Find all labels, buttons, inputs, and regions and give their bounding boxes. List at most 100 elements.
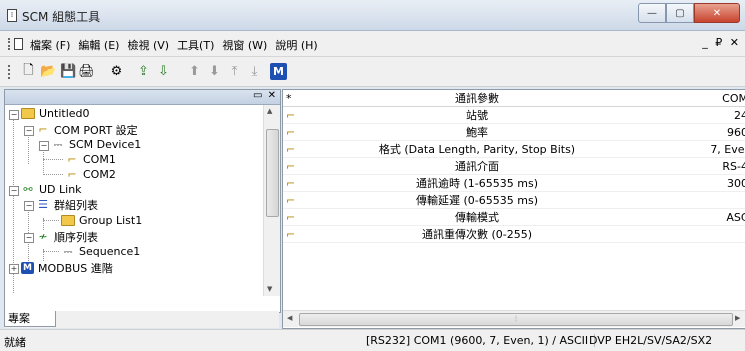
expander-group-list[interactable]: − <box>24 201 34 211</box>
menu-file[interactable]: 檔案 (F) <box>30 37 70 53</box>
open-icon[interactable]: 📂 <box>40 63 57 80</box>
expander-scm-device1[interactable]: − <box>39 141 49 151</box>
plug-icon: ⌐ <box>283 157 308 175</box>
window-controls: — ▢ ✕ <box>638 3 740 23</box>
grid-horizontal-scrollbar[interactable]: ◀ ⦙ ▶ <box>283 310 745 327</box>
tree-node-modbus-advanced[interactable]: M MODBUS 進階 <box>21 260 113 275</box>
tree-node-group-list[interactable]: ☰ 群組列表 <box>36 197 98 212</box>
tree-node-scm-device1[interactable]: ⎓ SCM Device1 <box>51 137 142 152</box>
param-value[interactable]: 0 <box>646 191 745 209</box>
sequence-icon: ≁ <box>38 230 48 243</box>
grid-header-marker: * <box>283 90 308 107</box>
mdi-restore-icon[interactable]: ₽ <box>715 36 724 49</box>
tree-node-com2[interactable]: ⌐ COM2 <box>65 167 116 182</box>
expander-sequence-list[interactable]: − <box>24 233 34 243</box>
param-name: 傳輸模式 <box>308 208 646 226</box>
grid-header-param[interactable]: 通訊參數 <box>308 90 646 107</box>
arrow-up-icon[interactable]: ⬆ <box>186 63 203 80</box>
param-value[interactable]: ASCII <box>646 208 745 226</box>
table-row[interactable]: ⌐ 傳輸延遲 (0-65535 ms) 0 <box>283 191 745 209</box>
table-row[interactable]: ⌐ 格式 (Data Length, Parity, Stop Bits) 7,… <box>283 140 745 158</box>
tree-node-sequence1[interactable]: ⎓ Sequence1 <box>61 244 141 259</box>
tree-node-sequence-list[interactable]: ≁ 順序列表 <box>36 229 98 244</box>
tree-node-label: COM2 <box>83 168 116 181</box>
param-value[interactable]: 9600 <box>646 123 745 141</box>
mdi-doc-icon[interactable] <box>14 38 23 50</box>
tree-node-group-list1[interactable]: Group List1 <box>61 213 142 228</box>
table-row[interactable]: ⌐ 通訊逾時 (1-65535 ms) 3000 <box>283 174 745 192</box>
table-row[interactable]: ⌐ 站號 247 <box>283 106 745 124</box>
scroll-down-icon[interactable]: ▼ <box>267 285 272 293</box>
maximize-button[interactable]: ▢ <box>666 3 694 23</box>
modbus-icon[interactable]: M <box>270 63 287 80</box>
param-name: 通訊重傳次數 (0-255) <box>308 225 646 243</box>
tree-vertical-scrollbar[interactable]: ▲ ▼ <box>263 105 280 296</box>
print-icon[interactable]: 🖨 <box>78 63 95 80</box>
window-title: SCM 組態工具 <box>22 10 101 24</box>
expander-ud-link[interactable]: − <box>9 186 19 196</box>
pane-close-icon[interactable]: ✕ <box>268 90 277 101</box>
mdi-close-icon[interactable]: ✕ <box>730 36 741 49</box>
minimize-button[interactable]: — <box>638 3 666 23</box>
project-icon <box>21 108 35 119</box>
download-icon[interactable]: ⇩ <box>155 63 172 80</box>
new-icon[interactable]: 🗋 <box>20 63 37 80</box>
param-name: 通訊逾時 (1-65535 ms) <box>308 174 646 192</box>
maximize-icon: ▢ <box>675 7 685 19</box>
scroll-left-icon[interactable]: ◀ <box>287 314 292 322</box>
settings-icon[interactable]: ⚙ <box>108 63 125 80</box>
group-icon <box>61 215 75 226</box>
upload-icon[interactable]: ⇪ <box>135 63 152 80</box>
list-icon: ☰ <box>38 198 48 211</box>
status-ready: 就緒 <box>4 336 26 349</box>
plug-icon: ⌐ <box>283 140 308 158</box>
close-button[interactable]: ✕ <box>694 3 740 23</box>
table-row[interactable]: ⌐ 傳輸模式 ASCII <box>283 208 745 226</box>
expander-com-port[interactable]: − <box>24 126 34 136</box>
table-row[interactable]: ⌐ 通訊介面 RS-48 <box>283 157 745 175</box>
grid-header-value[interactable]: COM1 <box>646 90 745 107</box>
tree-node-com-port-settings[interactable]: ⌐ COM PORT 設定 <box>36 122 137 137</box>
save-icon[interactable]: 💾 <box>60 63 77 80</box>
table-row[interactable]: ⌐ 通訊重傳次數 (0-255) 3 <box>283 225 745 243</box>
tree-node-label: 順序列表 <box>54 230 98 244</box>
tree-node-ud-link[interactable]: ⚯ UD Link <box>21 182 81 197</box>
tree-scroll-thumb[interactable] <box>266 129 279 217</box>
arrow-down-icon[interactable]: ⬇ <box>206 63 223 80</box>
param-value[interactable]: 3000 <box>646 174 745 192</box>
toolbar-grip[interactable] <box>8 65 14 79</box>
menu-edit[interactable]: 編輯 (E) <box>78 37 119 53</box>
pane-pin-icon[interactable]: ▭ <box>253 90 263 101</box>
mdi-minimize-icon[interactable]: _ <box>702 36 710 49</box>
scroll-up-icon[interactable]: ▲ <box>267 107 272 115</box>
expander-modbus[interactable]: + <box>9 264 19 274</box>
left-pane-tabs: 專案 <box>4 311 279 328</box>
tab-project[interactable]: 專案 <box>4 311 56 327</box>
menu-tools[interactable]: 工具(T) <box>177 37 214 53</box>
link-icon: ⚯ <box>23 183 33 196</box>
param-value[interactable]: 247 <box>646 106 745 124</box>
status-device-model: DVP EH2L/SV/SA2/SX2 <box>589 334 713 347</box>
param-value[interactable]: RS-48 <box>646 157 745 175</box>
table-row[interactable]: ⌐ 鮑率 9600 <box>283 123 745 141</box>
device-icon: ⎓ <box>53 138 63 151</box>
menu-window[interactable]: 視窗 (W) <box>222 37 267 53</box>
param-value[interactable]: 3 <box>646 225 745 243</box>
mdi-controls[interactable]: _ ₽ ✕ <box>702 36 741 49</box>
menu-help[interactable]: 說明 (H) <box>275 37 317 53</box>
move-bottom-icon[interactable]: ⤓ <box>246 63 263 80</box>
menu-bar: 檔案 (F) 編輯 (E) 檢視 (V) 工具(T) 視窗 (W) 說明 (H)… <box>0 31 745 57</box>
grid-scroll-thumb[interactable]: ⦙ <box>299 313 733 326</box>
tree-node-com1[interactable]: ⌐ COM1 <box>65 152 115 167</box>
plug-icon: ⌐ <box>283 123 308 141</box>
tree-node-project[interactable]: Untitled0 <box>21 106 90 121</box>
scroll-right-icon[interactable]: ▶ <box>735 314 740 322</box>
expander-untitled0[interactable]: − <box>9 110 19 120</box>
param-value[interactable]: 7, Even, <box>646 140 745 158</box>
title-bar[interactable]: ⁞ SCM 組態工具 — ▢ ✕ <box>0 0 745 31</box>
project-tree: − Untitled0 − ⌐ COM PORT 設定 − ⎓ SCM Devi… <box>5 105 263 295</box>
tree-node-label: 群組列表 <box>54 198 98 212</box>
move-top-icon[interactable]: ⤒ <box>226 63 243 80</box>
menu-view[interactable]: 檢視 (V) <box>127 37 169 53</box>
modbus-icon: M <box>21 261 34 274</box>
